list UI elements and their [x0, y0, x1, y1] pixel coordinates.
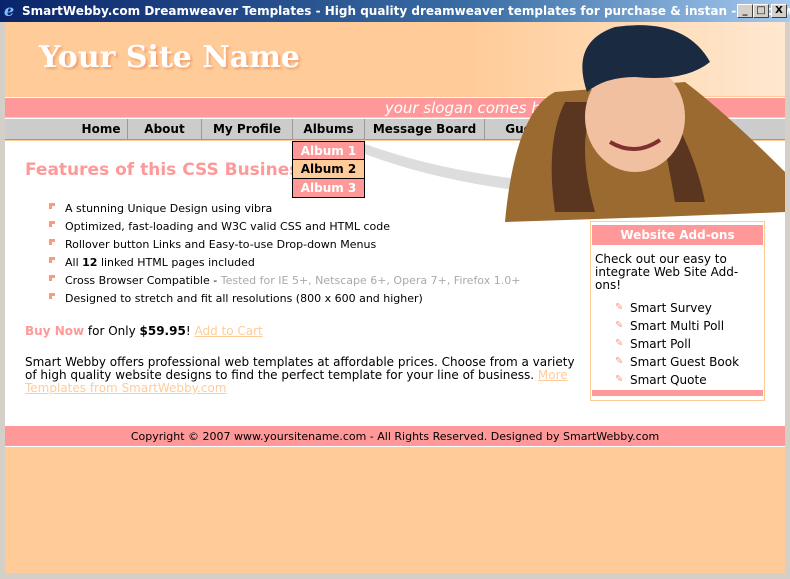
window-title: SmartWebby.com Dreamweaver Templates - H… — [22, 4, 790, 18]
bullet-icon — [49, 239, 55, 245]
window-title-bar: e SmartWebby.com Dreamweaver Templates -… — [0, 0, 790, 22]
nav-home[interactable]: Home — [75, 119, 128, 140]
list-item: A stunning Unique Design using vibra — [49, 200, 520, 218]
dropdown-album-1[interactable]: Album 1 — [292, 141, 365, 160]
addons-list: ✎ Smart Survey ✎ Smart Multi Poll ✎ Smart P… — [615, 299, 764, 389]
maximize-button[interactable]: □ — [753, 4, 769, 18]
addon-smart-poll[interactable]: ✎ Smart Poll — [615, 335, 764, 353]
bullet-icon — [49, 221, 55, 227]
addon-smart-guest-book[interactable]: ✎ Smart Guest Book — [615, 353, 764, 371]
site-name: Your Site Name — [39, 40, 301, 75]
nav-albums[interactable]: Albums — [293, 119, 365, 140]
internet-explorer-icon: e — [4, 1, 15, 20]
pencil-icon: ✎ — [615, 356, 624, 367]
close-button[interactable]: X — [771, 4, 787, 18]
buy-line: Buy Now for Only $59.95! Add to Cart — [25, 324, 263, 338]
bullet-icon — [49, 293, 55, 299]
header-photo — [365, 25, 785, 222]
footer: Copyright © 2007 www.yoursitename.com - … — [5, 425, 785, 447]
addon-smart-survey[interactable]: ✎ Smart Survey — [615, 299, 764, 317]
pencil-icon: ✎ — [615, 374, 624, 385]
addon-smart-quote[interactable]: ✎ Smart Quote — [615, 371, 764, 389]
pencil-icon: ✎ — [615, 320, 624, 331]
list-item: Designed to stretch and fit all resoluti… — [49, 290, 520, 308]
pencil-icon: ✎ — [615, 338, 624, 349]
minimize-button[interactable]: _ — [737, 4, 753, 18]
list-item: Optimized, fast-loading and W3C valid CS… — [49, 218, 520, 236]
dropdown-album-2[interactable]: Album 2 — [292, 160, 365, 179]
bullet-icon — [49, 257, 55, 263]
addon-smart-multi-poll[interactable]: ✎ Smart Multi Poll — [615, 317, 764, 335]
about-text: Smart Webby offers professional web temp… — [25, 355, 575, 395]
buy-now-label: Buy Now — [25, 324, 85, 338]
addons-footer-bar — [592, 390, 763, 396]
features-list: A stunning Unique Design using vibra Opt… — [49, 200, 520, 308]
pencil-icon: ✎ — [615, 302, 624, 313]
addons-box: Website Add-ons Check out our easy to in… — [590, 221, 765, 401]
nav-about-us[interactable]: About Us — [128, 119, 202, 157]
price: $59.95 — [139, 324, 186, 338]
albums-dropdown: Album 1 Album 2 Album 3 — [292, 141, 365, 198]
nav-my-profile[interactable]: My Profile — [202, 119, 293, 140]
web-page: Your Site Name your slogan comes here.. … — [5, 22, 785, 573]
features-title: Features of this CSS Busines — [25, 160, 300, 180]
list-item: All 12 linked HTML pages included — [49, 254, 520, 272]
list-item: Rollover button Links and Easy-to-use Dr… — [49, 236, 520, 254]
add-to-cart-link[interactable]: Add to Cart — [194, 324, 262, 338]
addons-title: Website Add-ons — [592, 225, 763, 245]
bullet-icon — [49, 275, 55, 281]
dropdown-album-3[interactable]: Album 3 — [292, 179, 365, 198]
bullet-icon — [49, 203, 55, 209]
addons-intro: Check out our easy to integrate Web Site… — [595, 252, 739, 292]
list-item: Cross Browser Compatible - Tested for IE… — [49, 272, 520, 290]
